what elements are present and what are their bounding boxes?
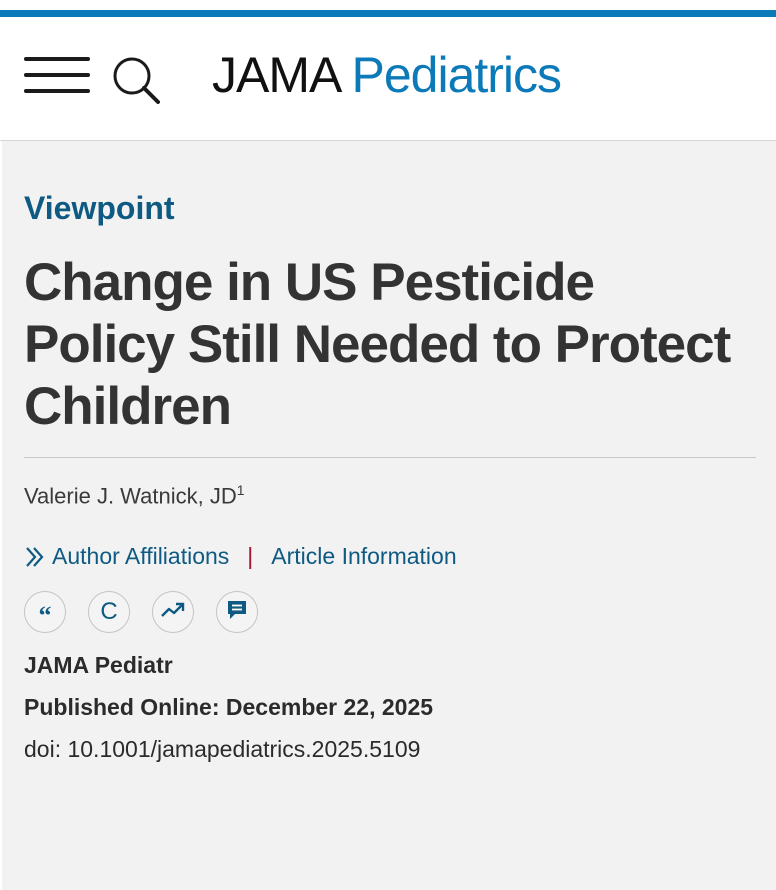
comment-button[interactable] xyxy=(216,591,258,633)
article-info-links: Author Affiliations | Article Informatio… xyxy=(24,543,457,570)
article-information-link[interactable]: Article Information xyxy=(271,543,456,570)
permissions-icon: C xyxy=(100,598,118,625)
logo-pediatrics: Pediatrics xyxy=(351,47,563,103)
journal-logo[interactable]: JAMA Pediatrics xyxy=(212,44,563,106)
comment-icon xyxy=(226,599,248,626)
author-affiliation-marker[interactable]: 1 xyxy=(237,482,245,498)
permissions-button[interactable]: C xyxy=(88,591,130,633)
article-title: Change in US Pesticide Policy Still Need… xyxy=(24,253,731,436)
page-edge xyxy=(0,141,2,890)
site-header: JAMA Pediatrics xyxy=(0,0,776,141)
author-affiliations-link[interactable]: Author Affiliations xyxy=(52,543,229,570)
header-accent-stripe xyxy=(0,10,776,17)
cite-button[interactable]: “ xyxy=(24,591,66,633)
logo-jama: JAMA xyxy=(212,47,340,103)
hamburger-menu-icon[interactable] xyxy=(24,57,90,95)
double-chevron-right-icon[interactable] xyxy=(24,545,44,569)
divider xyxy=(24,457,756,458)
article-action-icons: “ C xyxy=(24,591,258,633)
link-separator: | xyxy=(247,543,254,569)
author-name[interactable]: Valerie J. Watnick, JD xyxy=(24,483,237,508)
published-online-date: Published Online: December 22, 2025 xyxy=(24,694,434,720)
doi-text[interactable]: doi: 10.1001/jamapediatrics.2025.5109 xyxy=(24,736,420,763)
metrics-icon xyxy=(161,601,185,624)
author-line: Valerie J. Watnick, JD1 xyxy=(24,482,245,509)
metrics-button[interactable] xyxy=(152,591,194,633)
cite-quote-icon: “ xyxy=(38,601,52,630)
journal-abbreviation: JAMA Pediatr xyxy=(24,652,173,678)
article-type-label: Viewpoint xyxy=(24,190,175,226)
search-icon[interactable] xyxy=(111,55,163,105)
